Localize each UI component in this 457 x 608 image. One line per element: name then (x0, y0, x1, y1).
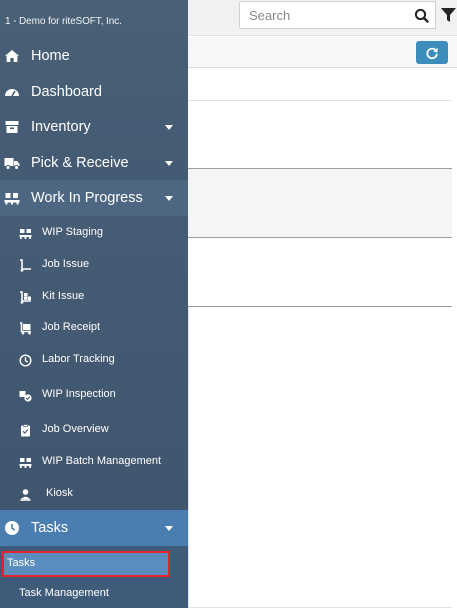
sidebar-item-home[interactable]: Home (0, 38, 188, 74)
refresh-button[interactable] (416, 41, 448, 64)
sidebar-item-tasks-section[interactable]: Tasks (0, 510, 188, 546)
hand-truck-icon (20, 259, 31, 272)
search-icon (414, 8, 429, 23)
sidebar-item-label: Job Receipt (42, 321, 101, 333)
sidebar-item-dashboard[interactable]: Dashboard (0, 74, 188, 110)
sidebar-item-wip-staging[interactable]: WIP Staging (0, 218, 188, 248)
sidebar-item-task-management[interactable]: Task Management (2, 581, 170, 607)
sidebar-item-label: Job Overview (42, 423, 109, 435)
wip-submenu: WIP Staging Job Issue Kit Issue Job Rece… (0, 216, 188, 510)
sidebar-item-pick-receive[interactable]: Pick & Receive (0, 145, 188, 181)
inspection-icon (19, 391, 32, 402)
company-name: 1 - Demo for riteSOFT, Inc. (5, 16, 122, 27)
sidebar-item-kit-issue[interactable]: Kit Issue (0, 282, 188, 312)
list-item[interactable] (188, 101, 452, 169)
dashboard-icon (5, 89, 19, 97)
sidebar-item-label: Work In Progress (31, 190, 143, 206)
clipboard-check-icon (21, 424, 30, 437)
sidebar-item-label: Dashboard (31, 84, 102, 100)
sidebar-item-wip-batch-management[interactable]: WIP Batch Management (0, 447, 188, 477)
sidebar-item-kiosk[interactable]: Kiosk (0, 479, 188, 509)
sidebar-item-label: Kiosk (46, 487, 73, 499)
pallet-icon (19, 229, 32, 239)
sidebar-item-label: Job Issue (42, 258, 90, 270)
pallet-icon (4, 193, 20, 205)
clock-icon (19, 354, 32, 367)
truck-icon (4, 158, 20, 170)
sidebar: 1 - Demo for riteSOFT, Inc. Home Dashboa… (0, 0, 188, 608)
refresh-icon (426, 47, 438, 59)
dolly-flatbed-icon (20, 322, 31, 335)
list-item[interactable] (188, 169, 452, 238)
sidebar-item-label: Tasks (7, 557, 36, 569)
sidebar-item-inventory[interactable]: Inventory (0, 109, 188, 145)
caret-down-icon (165, 526, 173, 531)
sidebar-item-label: Inventory (31, 119, 91, 135)
search-input[interactable]: Search (239, 1, 409, 29)
sidebar-item-label: WIP Inspection (42, 388, 116, 400)
sidebar-item-label: Tasks (31, 520, 69, 536)
sidebar-item-label: Pick & Receive (31, 155, 129, 171)
search-button[interactable] (408, 1, 436, 29)
sidebar-item-wip-inspection[interactable]: WIP Inspection (0, 380, 188, 410)
sidebar-item-label: Labor Tracking (42, 353, 115, 365)
home-icon (5, 50, 19, 62)
sidebar-item-job-issue[interactable]: Job Issue (0, 250, 188, 280)
sidebar-item-label: Kit Issue (42, 290, 85, 302)
sidebar-item-labor-tracking[interactable]: Labor Tracking (0, 345, 188, 375)
sidebar-item-work-in-progress[interactable]: Work In Progress (0, 180, 188, 216)
clock-icon (5, 521, 19, 535)
sidebar-item-job-receipt[interactable]: Job Receipt (0, 313, 188, 343)
user-kiosk-icon (20, 489, 31, 501)
list-item[interactable] (188, 238, 452, 307)
box-icon (5, 121, 19, 133)
sidebar-item-label: WIP Staging (42, 226, 103, 238)
tasks-submenu: Tasks Task Management (0, 546, 188, 608)
sidebar-item-label: Task Management (19, 587, 109, 599)
pallet-icon (19, 458, 32, 468)
caret-down-icon (165, 125, 173, 130)
caret-down-icon (165, 196, 173, 201)
sidebar-item-tasks[interactable]: Tasks (2, 551, 170, 577)
sidebar-item-label: WIP Batch Management (42, 455, 162, 467)
sidebar-item-label: Home (31, 48, 70, 64)
caret-down-icon (165, 161, 173, 166)
sidebar-item-job-overview[interactable]: Job Overview (0, 415, 188, 445)
filter-icon (441, 8, 456, 22)
filter-button[interactable] (440, 6, 457, 24)
dolly-boxes-icon (20, 291, 31, 304)
